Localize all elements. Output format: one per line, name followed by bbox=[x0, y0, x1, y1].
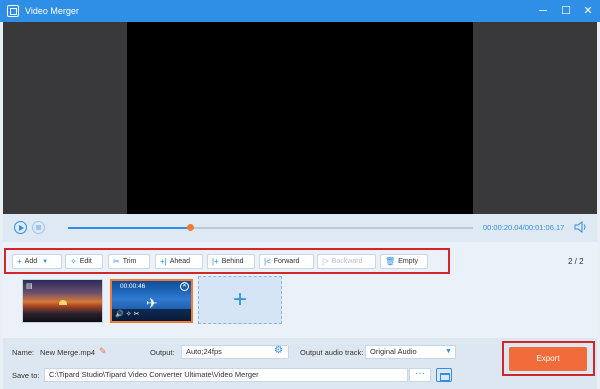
progress-slider[interactable] bbox=[68, 224, 473, 231]
timecode: 00:00:20.04/00:01:06.17 bbox=[483, 223, 564, 232]
remove-clip-icon[interactable]: ✕ bbox=[180, 282, 189, 291]
trim-button[interactable]: ✂ Trim bbox=[108, 254, 150, 269]
window-title: Video Merger bbox=[25, 6, 79, 16]
forward-label: Forward bbox=[273, 258, 300, 265]
edit-icon: ✧ bbox=[70, 257, 77, 266]
scissors-icon: ✂ bbox=[113, 257, 120, 266]
video-preview bbox=[127, 22, 473, 214]
pencil-icon[interactable]: ✎ bbox=[99, 346, 107, 357]
folder-icon[interactable] bbox=[436, 368, 452, 382]
save-path-field[interactable]: C:\Tipard Studio\Tipard Video Converter … bbox=[44, 368, 408, 382]
stop-icon[interactable] bbox=[32, 221, 45, 234]
minimize-button[interactable]: ─ bbox=[535, 3, 551, 19]
behind-button[interactable]: |+ Behind bbox=[207, 254, 255, 269]
edit-button[interactable]: ✧ Edit bbox=[65, 254, 103, 269]
close-button[interactable]: ✕ bbox=[580, 3, 596, 19]
ahead-icon: +| bbox=[160, 257, 167, 266]
behind-label: Behind bbox=[221, 258, 244, 265]
file-name[interactable]: New Merge.mp4 bbox=[40, 348, 95, 357]
sun-shape bbox=[59, 300, 67, 305]
clip-counter: 2 / 2 bbox=[568, 257, 584, 266]
empty-button[interactable]: 🗑 Empty bbox=[380, 254, 428, 269]
empty-label: Empty bbox=[398, 258, 418, 265]
title-bar: Video Merger ─ ☐ ✕ bbox=[0, 0, 600, 22]
backward-button[interactable]: |> Backward bbox=[317, 254, 376, 269]
audio-track-label: Output audio track: bbox=[300, 348, 364, 357]
backward-icon: |> bbox=[322, 257, 329, 266]
progress-fill bbox=[68, 227, 190, 229]
trim-label: Trim bbox=[122, 258, 137, 265]
app-icon bbox=[7, 5, 19, 17]
backward-label: Backward bbox=[331, 258, 363, 265]
film-icon: ▤ bbox=[26, 283, 33, 290]
clip-thumbnail-airplane[interactable]: 00:00:46 ✕ ✈ 🔊✧✂ bbox=[110, 279, 193, 323]
volume-icon[interactable] bbox=[574, 221, 588, 235]
chevron-down-icon[interactable]: ▼ bbox=[445, 348, 452, 355]
clip-thumbnail-sunset[interactable]: ▤ bbox=[22, 279, 103, 323]
clip-duration: 00:00:46 bbox=[120, 283, 146, 290]
output-label: Output: bbox=[150, 348, 175, 357]
chevron-down-icon: ▼ bbox=[42, 258, 49, 265]
trash-icon: 🗑 bbox=[385, 257, 396, 266]
output-field[interactable]: Auto;24fps bbox=[181, 345, 289, 359]
export-button[interactable]: Export bbox=[509, 347, 587, 371]
add-label: Add bbox=[24, 258, 38, 265]
ahead-button[interactable]: +| Ahead bbox=[155, 254, 203, 269]
edit-label: Edit bbox=[79, 258, 92, 265]
forward-icon: |< bbox=[264, 257, 271, 266]
ahead-label: Ahead bbox=[169, 258, 190, 265]
browse-button[interactable]: ··· bbox=[409, 368, 431, 382]
progress-handle[interactable] bbox=[186, 224, 194, 231]
gear-icon[interactable]: ⚙ bbox=[274, 345, 283, 356]
plus-icon: + bbox=[17, 257, 22, 266]
audio-track-select[interactable]: Original Audio bbox=[365, 345, 456, 359]
maximize-button[interactable]: ☐ bbox=[558, 3, 574, 19]
name-label: Name: bbox=[12, 348, 35, 357]
forward-button[interactable]: |< Forward bbox=[259, 254, 314, 269]
add-button[interactable]: + Add ▼ bbox=[12, 254, 62, 269]
clip-tools[interactable]: 🔊✧✂ bbox=[112, 309, 191, 321]
add-clip-button[interactable]: + bbox=[198, 276, 282, 324]
playback-bar: 00:00:20.04/00:01:06.17 bbox=[3, 214, 597, 242]
total-time: /00:01:06.17 bbox=[522, 223, 565, 232]
save-to-label: Save to: bbox=[12, 371, 40, 380]
behind-icon: |+ bbox=[212, 257, 219, 266]
current-time: 00:00:20.04 bbox=[483, 223, 523, 232]
play-icon[interactable] bbox=[14, 221, 27, 234]
video-preview-area bbox=[3, 22, 597, 214]
